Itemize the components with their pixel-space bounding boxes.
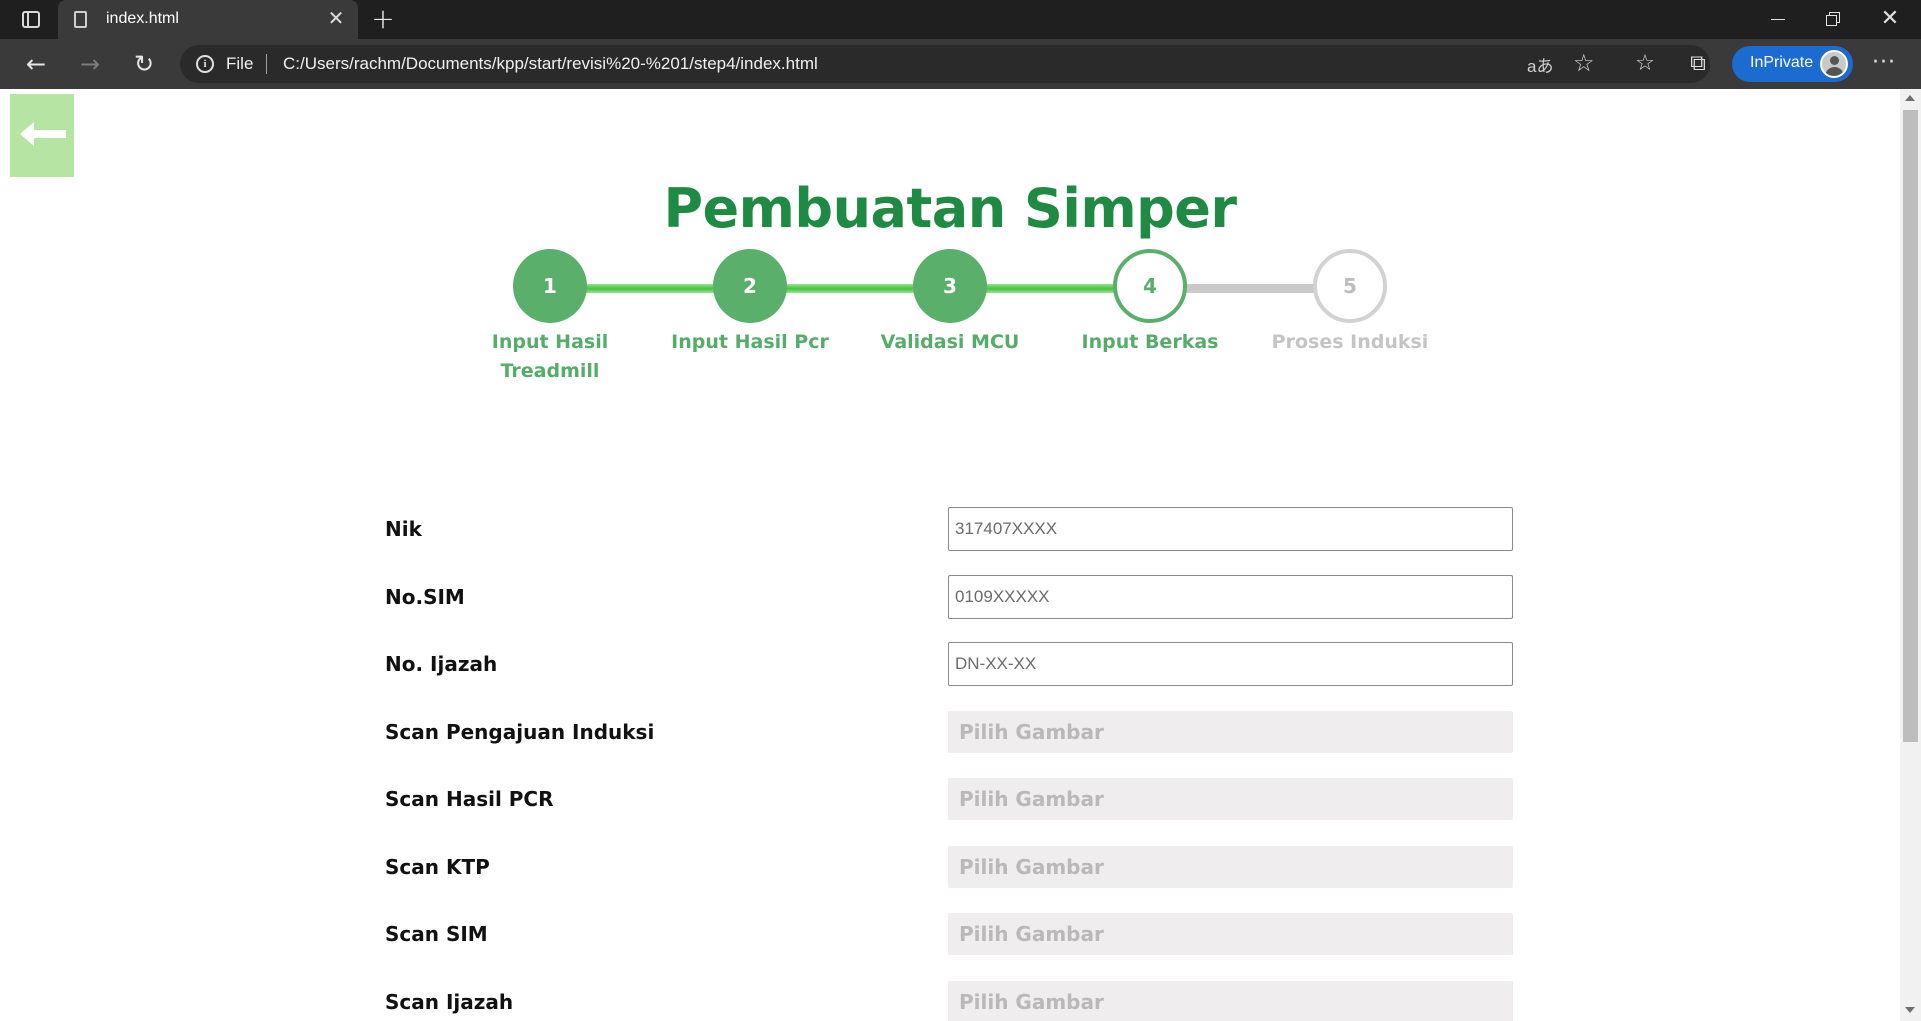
- step-label: Proses Induksi: [1271, 331, 1429, 353]
- refresh-icon[interactable]: ↻: [128, 49, 160, 79]
- info-icon[interactable]: i: [196, 55, 214, 73]
- forward-arrow-icon[interactable]: →: [74, 49, 106, 79]
- scan-ktp-file-button[interactable]: Pilih Gambar: [948, 846, 1513, 888]
- scan-pcr-label: Scan Hasil PCR: [385, 787, 554, 811]
- step-number: 5: [1313, 249, 1387, 323]
- form-row-nik: Nik: [0, 507, 1900, 551]
- form-row-scan-ijazah: Scan Ijazah Pilih Gambar: [0, 980, 1900, 1021]
- step-3: 3 Validasi MCU: [850, 249, 1050, 357]
- tab-title: index.html: [106, 10, 179, 27]
- scrollbar-thumb[interactable]: [1903, 110, 1918, 742]
- read-aloud-icon[interactable]: aあ: [1527, 52, 1553, 77]
- nik-input[interactable]: [948, 507, 1513, 551]
- url-text[interactable]: C:/Users/rachm/Documents/kpp/start/revis…: [283, 54, 818, 74]
- add-favorite-icon[interactable]: ☆: [1573, 49, 1595, 77]
- address-bar[interactable]: i File C:/Users/rachm/Documents/kpp/star…: [180, 45, 1710, 83]
- favorites-icon[interactable]: ☆: [1630, 49, 1660, 79]
- new-tab-button[interactable]: +: [369, 5, 397, 34]
- close-window-button[interactable]: ✕: [1862, 0, 1918, 39]
- step-label: Input Hasil Pcr: [671, 331, 829, 353]
- file-button-label: Pilih Gambar: [959, 990, 1104, 1014]
- file-button-label: Pilih Gambar: [959, 922, 1104, 946]
- browser-tab-bar: index.html ✕ + ✕: [0, 0, 1921, 39]
- close-tab-icon[interactable]: ✕: [326, 8, 346, 28]
- form-row-scan-ktp: Scan KTP Pilih Gambar: [0, 845, 1900, 889]
- url-scheme: File: [226, 54, 254, 73]
- step-label: Input Berkas: [1081, 331, 1219, 353]
- back-arrow-icon[interactable]: ←: [20, 49, 52, 79]
- minimize-button[interactable]: [1750, 0, 1806, 39]
- tab-actions-button[interactable]: [14, 8, 48, 32]
- back-button[interactable]: [10, 94, 74, 177]
- scan-sim-file-button[interactable]: Pilih Gambar: [948, 913, 1513, 955]
- back-arrow-icon: [20, 122, 66, 146]
- page-viewport: Pembuatan Simper 1 Input Hasil Treadmill…: [0, 89, 1900, 1021]
- scroll-down-icon[interactable]: [1905, 1007, 1915, 1013]
- no-sim-input[interactable]: [948, 575, 1513, 619]
- no-sim-label: No.SIM: [385, 585, 465, 609]
- form-row-scan-pengajuan: Scan Pengajuan Induksi Pilih Gambar: [0, 710, 1900, 754]
- page-icon: [74, 11, 87, 28]
- form-row-no-sim: No.SIM: [0, 575, 1900, 619]
- step-number: 3: [913, 249, 987, 323]
- nik-label: Nik: [385, 517, 422, 541]
- no-ijazah-label: No. Ijazah: [385, 652, 498, 676]
- step-2: 2 Input Hasil Pcr: [650, 249, 850, 357]
- file-button-label: Pilih Gambar: [959, 855, 1104, 879]
- file-button-label: Pilih Gambar: [959, 787, 1104, 811]
- browser-toolbar: ← → ↻ i File C:/Users/rachm/Documents/kp…: [0, 39, 1921, 89]
- form-row-scan-pcr: Scan Hasil PCR Pilih Gambar: [0, 777, 1900, 821]
- scan-pcr-file-button[interactable]: Pilih Gambar: [948, 778, 1513, 820]
- step-number: 4: [1113, 249, 1187, 323]
- address-separator: [266, 54, 267, 74]
- form-row-no-ijazah: No. Ijazah: [0, 642, 1900, 686]
- scan-pengajuan-file-button[interactable]: Pilih Gambar: [948, 711, 1513, 753]
- browser-tab[interactable]: index.html ✕: [58, 0, 358, 39]
- scan-pengajuan-label: Scan Pengajuan Induksi: [385, 720, 655, 744]
- scan-ijazah-label: Scan Ijazah: [385, 990, 514, 1014]
- step-label: Input Hasil Treadmill: [491, 331, 609, 382]
- step-5: 5 Proses Induksi: [1250, 249, 1450, 357]
- scan-ijazah-file-button[interactable]: Pilih Gambar: [948, 981, 1513, 1021]
- collections-icon[interactable]: ⧉: [1683, 49, 1713, 79]
- vertical-scrollbar[interactable]: [1900, 89, 1921, 1021]
- scan-ktp-label: Scan KTP: [385, 855, 490, 879]
- step-label: Validasi MCU: [880, 331, 1020, 353]
- tab-actions-icon: [22, 11, 40, 28]
- no-ijazah-input[interactable]: [948, 642, 1513, 686]
- form-row-scan-sim: Scan SIM Pilih Gambar: [0, 912, 1900, 956]
- inprivate-button[interactable]: InPrivate: [1732, 46, 1853, 82]
- step-1: 1 Input Hasil Treadmill: [450, 249, 650, 386]
- avatar: [1820, 50, 1848, 78]
- inprivate-label: InPrivate: [1750, 54, 1814, 71]
- progress-stepper: 1 Input Hasil Treadmill 2 Input Hasil Pc…: [0, 249, 1900, 389]
- step-number: 2: [713, 249, 787, 323]
- page-title: Pembuatan Simper: [663, 177, 1237, 240]
- restore-button[interactable]: [1806, 0, 1862, 39]
- more-menu-icon[interactable]: ···: [1869, 48, 1899, 78]
- file-button-label: Pilih Gambar: [959, 720, 1104, 744]
- step-number: 1: [513, 249, 587, 323]
- scroll-up-icon[interactable]: [1905, 95, 1915, 101]
- step-4: 4 Input Berkas: [1050, 249, 1250, 357]
- scan-sim-label: Scan SIM: [385, 922, 488, 946]
